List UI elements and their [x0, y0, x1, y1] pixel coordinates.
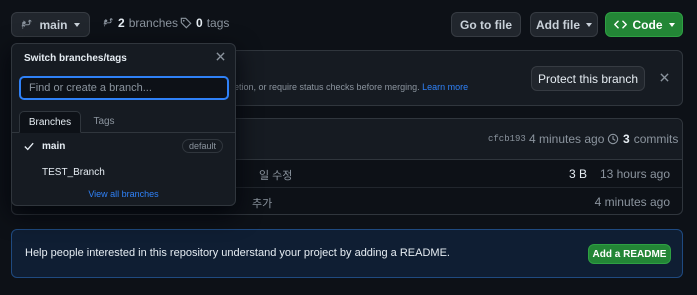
tab-branches[interactable]: Branches — [19, 111, 81, 133]
protect-branch-label: Protect this branch — [537, 71, 639, 86]
code-icon — [613, 19, 627, 30]
readme-prompt: Help people interested in this repositor… — [11, 229, 683, 278]
commit-hash[interactable]: cfcb193 — [488, 134, 526, 144]
add-readme-label: Add a README — [592, 248, 667, 260]
branches-label: branches — [128, 16, 179, 30]
file-size: 3 B — [569, 167, 588, 181]
add-readme-button[interactable]: Add a README — [588, 244, 671, 264]
tags-link[interactable]: 0 tags — [180, 16, 229, 30]
branch-item-label: main — [42, 140, 66, 152]
tags-label: tags — [206, 16, 230, 30]
tag-icon — [180, 17, 192, 29]
git-branch-icon — [21, 19, 33, 31]
file-commit-message[interactable]: 추가 — [252, 195, 272, 211]
tab-tags[interactable]: Tags — [84, 111, 124, 133]
file-time: 13 hours ago — [599, 167, 670, 181]
dropdown-title: Switch branches/tags — [24, 53, 127, 64]
branch-search-input[interactable] — [19, 76, 229, 100]
branch-switch-dropdown: Switch branches/tags Branches Tags main … — [11, 43, 236, 206]
code-label: Code — [632, 17, 663, 32]
caret-down-icon — [668, 22, 675, 27]
close-icon[interactable] — [215, 51, 227, 63]
close-icon[interactable] — [660, 73, 669, 82]
branch-select-label: main — [39, 17, 68, 32]
caret-down-icon — [586, 22, 592, 27]
git-branch-icon — [103, 17, 114, 29]
protect-branch-button[interactable]: Protect this branch — [531, 66, 645, 91]
check-icon — [24, 142, 34, 151]
go-to-file-label: Go to file — [460, 17, 512, 32]
branch-select-button[interactable]: main — [11, 12, 90, 37]
branch-item-main[interactable]: main default — [12, 134, 235, 158]
branches-count: 2 — [118, 16, 125, 30]
commits-count: 3 — [623, 132, 630, 146]
code-button[interactable]: Code — [605, 12, 683, 37]
readme-prompt-text: Help people interested in this repositor… — [25, 247, 450, 259]
commit-time: 4 minutes ago — [529, 132, 605, 146]
history-icon — [607, 133, 619, 145]
learn-more-link[interactable]: Learn more — [422, 82, 468, 92]
dropdown-tabs: Branches Tags — [12, 111, 235, 133]
go-to-file-button[interactable]: Go to file — [451, 12, 521, 37]
file-time: 4 minutes ago — [594, 195, 670, 209]
branch-item-test-branch[interactable]: TEST_Branch — [12, 160, 235, 184]
commits-label: commits — [633, 132, 679, 146]
tags-count: 0 — [196, 16, 203, 30]
branches-link[interactable]: 2 branches — [103, 16, 178, 30]
view-all-branches-link[interactable]: View all branches — [12, 189, 235, 199]
protect-banner-text: etion, or require status checks before m… — [234, 82, 420, 92]
default-badge: default — [181, 139, 223, 153]
file-commit-message[interactable]: 일 수정 — [259, 167, 292, 183]
caret-down-icon — [73, 22, 80, 27]
commits-link[interactable]: 3 commits — [607, 132, 678, 146]
add-file-button[interactable]: Add file — [530, 12, 598, 37]
branch-item-label: TEST_Branch — [42, 166, 105, 178]
add-file-label: Add file — [536, 17, 580, 32]
